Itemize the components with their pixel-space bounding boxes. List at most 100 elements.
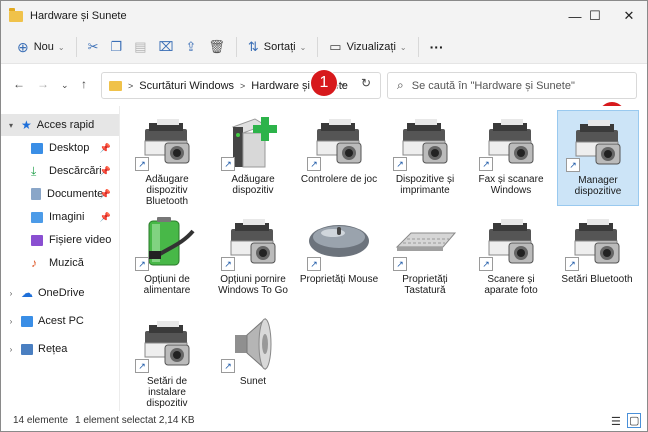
plus-circle-icon: ⊕ (17, 38, 29, 55)
item-label: Proprietăți Tastatură (402, 274, 448, 296)
sort-button[interactable]: ⇅ Sortați ⌄ (242, 35, 312, 59)
sidebar-item-downloads[interactable]: ⤓ Descărcări 📌 (31, 160, 119, 182)
item-label: Fax și scanare Windows (478, 174, 544, 196)
sidebar-item-label: Imagini (49, 211, 85, 223)
folder-icon (9, 7, 23, 22)
sidebar-item-videos[interactable]: Fișiere video (31, 229, 119, 251)
sidebar-item-label: Rețea (38, 343, 68, 355)
expand-chevron-icon: › (9, 344, 13, 354)
printer-camera-icon: ↗ (307, 113, 371, 171)
large-icons-view-icon[interactable]: ▢ (627, 413, 642, 428)
documents-icon (31, 188, 41, 200)
search-icon: ⌕ (397, 78, 404, 92)
share-icon: ⇪ (185, 39, 197, 54)
address-dropdown-icon[interactable]: ⌄ (339, 78, 347, 89)
expand-chevron-icon: › (9, 288, 13, 298)
toolbar-divider (417, 37, 419, 57)
videos-icon (31, 234, 43, 246)
maximize-button[interactable]: ☐ (577, 1, 613, 31)
sidebar-item-label: Acces rapid (36, 119, 95, 131)
search-placeholder: Se caută în "Hardware și Sunete" (411, 79, 575, 92)
list-item[interactable]: ↗ Setări Bluetooth (557, 210, 637, 304)
up-arrow-icon[interactable]: ↑ (81, 77, 87, 91)
mouse-icon: ↗ (307, 213, 371, 271)
list-item[interactable]: ↗ Dispozitive și imprimante (385, 110, 465, 204)
pin-icon: 📌 (99, 165, 111, 176)
close-button[interactable]: ✕ (611, 1, 647, 31)
forward-arrow-icon[interactable]: → (37, 77, 49, 91)
item-label: Adăugare dispozitiv (231, 174, 275, 196)
refresh-icon[interactable]: ↻ (361, 76, 371, 90)
view-button[interactable]: ▭ Vizualizați ⌄ (323, 35, 412, 59)
breadcrumb-separator: > (128, 80, 134, 91)
list-item[interactable]: ↗ Manager dispozitive (557, 110, 639, 206)
printer-camera-icon: ↗ (393, 113, 457, 171)
delete-button[interactable]: 🗑 (202, 35, 231, 59)
sidebar-item-this-pc[interactable]: › Acest PC (1, 310, 119, 332)
sidebar-item-pictures[interactable]: Imagini 📌 (31, 206, 119, 228)
breadcrumb-shortcuts[interactable]: Scurtături Windows (139, 80, 234, 92)
list-item[interactable]: ↗ Fax și scanare Windows (471, 110, 551, 204)
search-input[interactable]: ⌕ Se caută în "Hardware și Sunete" (387, 72, 637, 99)
paste-button[interactable]: ▤ (128, 35, 152, 59)
new-label: Nou (33, 41, 54, 53)
details-view-icon[interactable]: ☰ (611, 415, 621, 428)
shortcut-arrow-icon: ↗ (479, 157, 493, 171)
shortcut-arrow-icon: ↗ (135, 257, 149, 271)
new-button[interactable]: ⊕ Nou ⌄ (11, 35, 71, 59)
shortcut-arrow-icon: ↗ (566, 158, 580, 172)
title-bar[interactable]: Hardware și Sunete — ☐ ✕ (1, 1, 647, 31)
item-label: Controlere de joc (300, 174, 378, 185)
shortcut-arrow-icon: ↗ (565, 257, 579, 271)
back-arrow-icon[interactable]: ← (13, 77, 25, 91)
printer-camera-icon: ↗ (479, 213, 543, 271)
see-more-button[interactable]: ··· (424, 35, 450, 59)
sidebar-item-label: Descărcări (49, 165, 102, 177)
printer-camera-icon: ↗ (135, 315, 199, 373)
add-device-icon: ↗ (221, 113, 285, 171)
rename-button[interactable]: ⌧ (152, 35, 179, 59)
list-item[interactable]: ↗ Adăugare dispozitiv (213, 110, 293, 204)
sidebar-item-network[interactable]: › Rețea (1, 338, 119, 360)
list-item[interactable]: ↗ Sunet (213, 312, 293, 406)
paste-icon: ▤ (134, 39, 147, 54)
shortcut-arrow-icon: ↗ (393, 257, 407, 271)
pin-icon: 📌 (99, 142, 111, 153)
shortcut-arrow-icon: ↗ (135, 359, 149, 373)
expand-chevron-icon: ▾ (8, 120, 13, 130)
sidebar-item-label: Acest PC (38, 315, 84, 327)
copy-button[interactable]: ❐ (105, 35, 129, 59)
sidebar-item-documents[interactable]: Documente 📌 (31, 183, 119, 205)
sidebar-item-onedrive[interactable]: › ☁ OneDrive (1, 282, 119, 304)
list-item[interactable]: ↗ Proprietăți Tastatură (385, 210, 465, 304)
list-item[interactable]: ↗ Opțiuni de alimentare (127, 210, 207, 304)
printer-camera-icon: ↗ (221, 213, 285, 271)
sidebar-item-quick-access[interactable]: ▾ ★ Acces rapid (1, 114, 119, 136)
item-label: Opțiuni pornire Windows To Go (218, 274, 288, 296)
rename-icon: ⌧ (158, 39, 174, 54)
share-button[interactable]: ⇪ (179, 35, 202, 59)
list-item[interactable]: ↗ Proprietăți Mouse (299, 210, 379, 304)
file-explorer-window: Hardware și Sunete — ☐ ✕ ⊕ Nou ⌄ ✂ ❐ ▤ ⌧… (0, 0, 648, 432)
cloud-icon: ☁ (21, 286, 33, 300)
list-item[interactable]: ↗ Opțiuni pornire Windows To Go (213, 210, 293, 304)
download-icon: ⤓ (31, 163, 37, 178)
toolbar-divider (75, 37, 77, 57)
cut-button[interactable]: ✂ (82, 35, 105, 59)
shortcut-arrow-icon: ↗ (393, 157, 407, 171)
list-item[interactable]: ↗ Setări de instalare dispozitiv (127, 312, 207, 409)
list-item[interactable]: ↗ Scanere și aparate foto (471, 210, 551, 304)
list-item[interactable]: ↗ Adăugare dispozitiv Bluetooth (127, 110, 207, 207)
printer-camera-icon: ↗ (135, 113, 199, 171)
list-item[interactable]: ↗ Controlere de joc (299, 110, 379, 204)
computer-icon (21, 315, 33, 327)
music-icon: ♪ (31, 256, 37, 270)
view-label: Vizualizați (346, 41, 396, 53)
recent-chevron-icon[interactable]: ⌄ (61, 80, 69, 91)
item-label: Dispozitive și imprimante (395, 174, 455, 196)
scissors-icon: ✂ (87, 39, 99, 54)
sidebar-item-music[interactable]: ♪ Muzică (31, 252, 119, 274)
shortcut-arrow-icon: ↗ (135, 157, 149, 171)
item-label: Setări de instalare dispozitiv (146, 376, 188, 409)
sidebar-item-desktop[interactable]: Desktop 📌 (31, 137, 119, 159)
